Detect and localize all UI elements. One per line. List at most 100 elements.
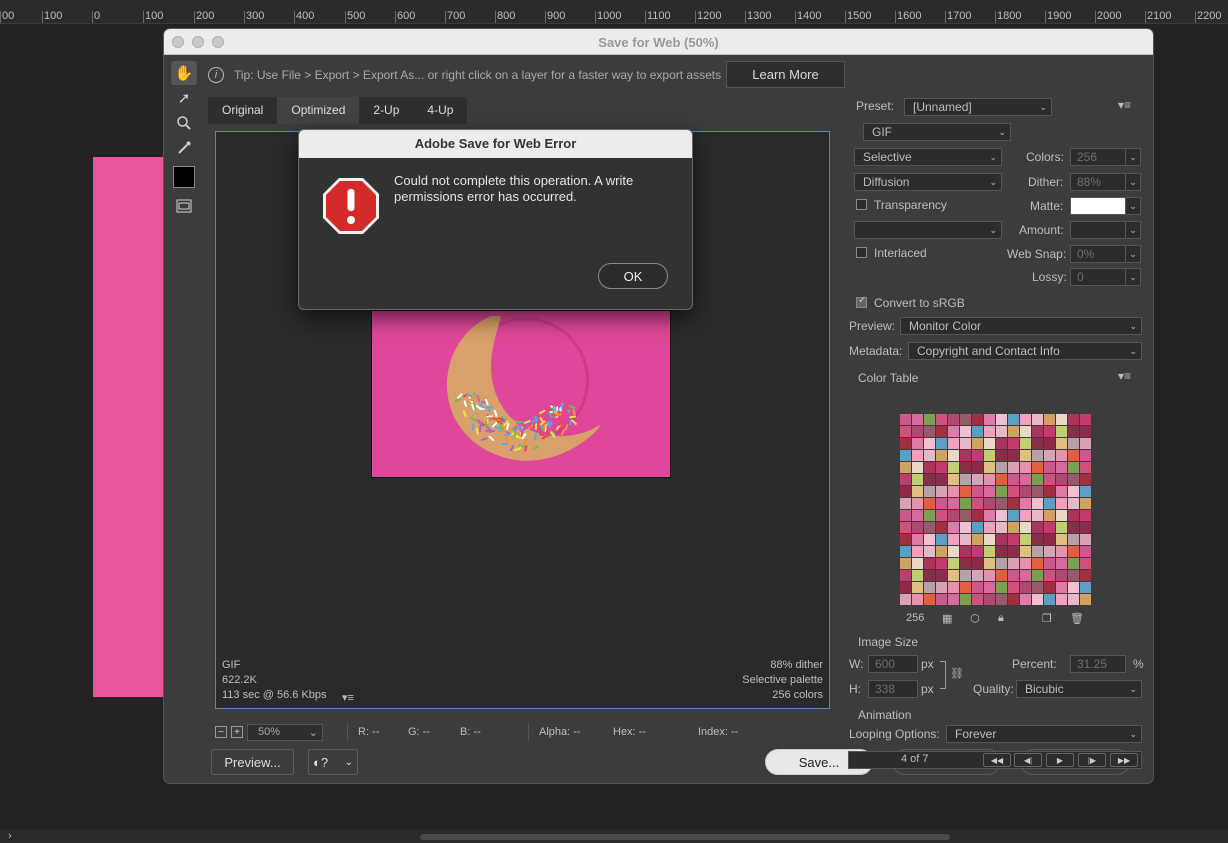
color-swatch[interactable] [912, 510, 923, 521]
color-swatch[interactable] [1044, 426, 1055, 437]
zoom-in-button[interactable]: + [231, 726, 243, 738]
matte-color-swatch[interactable]: ⌄ [1070, 197, 1141, 215]
color-swatch[interactable] [948, 450, 959, 461]
color-table-menu-icon[interactable]: ▾≡ [1118, 369, 1131, 383]
zoom-out-button[interactable]: − [215, 726, 227, 738]
color-swatch[interactable] [1032, 558, 1043, 569]
interlaced-checkbox[interactable] [856, 247, 867, 258]
color-swatch[interactable] [948, 582, 959, 593]
color-swatch[interactable] [984, 546, 995, 557]
color-swatch[interactable] [1032, 426, 1043, 437]
color-swatch[interactable] [1008, 546, 1019, 557]
convert-srgb-checkbox[interactable] [856, 295, 867, 308]
color-swatch[interactable] [1080, 414, 1091, 425]
color-swatch[interactable] [924, 546, 935, 557]
color-swatch[interactable] [996, 558, 1007, 569]
horizontal-scrollbar[interactable] [420, 834, 950, 840]
color-swatch[interactable] [1020, 510, 1031, 521]
color-swatch[interactable] [972, 570, 983, 581]
color-swatch[interactable] [1080, 594, 1091, 605]
color-swatch[interactable] [1068, 594, 1079, 605]
color-swatch[interactable] [996, 546, 1007, 557]
color-swatch[interactable] [912, 582, 923, 593]
quality-select[interactable]: Bicubic ⌄ [1016, 680, 1142, 698]
color-swatch[interactable] [1056, 498, 1067, 509]
color-swatch[interactable] [912, 546, 923, 557]
color-swatch[interactable] [1032, 486, 1043, 497]
tab-4-up[interactable]: 4-Up [413, 97, 468, 124]
color-swatch[interactable] [984, 498, 995, 509]
zoom-level-select[interactable]: 50% ⌄ [247, 723, 323, 741]
color-swatch[interactable] [1068, 522, 1079, 533]
color-swatch[interactable] [984, 594, 995, 605]
eyedropper-color-swatch[interactable] [173, 166, 195, 188]
color-swatch[interactable] [912, 498, 923, 509]
color-swatch[interactable] [948, 558, 959, 569]
color-swatch[interactable] [960, 534, 971, 545]
color-swatch[interactable] [912, 558, 923, 569]
web-shift-icon[interactable]: ⬡ [970, 612, 980, 625]
color-swatch[interactable] [912, 450, 923, 461]
color-swatch[interactable] [924, 438, 935, 449]
color-swatch[interactable] [996, 450, 1007, 461]
new-color-icon[interactable]: ❐ [1042, 612, 1052, 625]
color-swatch[interactable] [960, 510, 971, 521]
color-swatch[interactable] [924, 462, 935, 473]
color-swatch[interactable] [1020, 534, 1031, 545]
color-swatch[interactable] [1008, 594, 1019, 605]
color-swatch[interactable] [996, 414, 1007, 425]
color-swatch[interactable] [948, 474, 959, 485]
color-swatch[interactable] [1056, 462, 1067, 473]
color-swatch[interactable] [1080, 474, 1091, 485]
link-icon[interactable]: ⛓ [950, 667, 964, 680]
color-swatch[interactable] [1032, 414, 1043, 425]
color-swatch[interactable] [960, 558, 971, 569]
color-swatch[interactable] [1080, 582, 1091, 593]
dither-input[interactable]: 88% ⌄ [1070, 173, 1141, 191]
color-swatch[interactable] [1068, 558, 1079, 569]
color-swatch[interactable] [1044, 534, 1055, 545]
color-swatch[interactable] [924, 534, 935, 545]
color-swatch[interactable] [1008, 450, 1019, 461]
color-swatch[interactable] [936, 414, 947, 425]
color-swatch[interactable] [900, 534, 911, 545]
color-swatch[interactable] [924, 558, 935, 569]
color-swatch[interactable] [900, 570, 911, 581]
colors-input[interactable]: 256 ⌄ [1070, 148, 1141, 166]
color-swatch[interactable] [1032, 582, 1043, 593]
color-swatch[interactable] [900, 522, 911, 533]
color-swatch[interactable] [996, 498, 1007, 509]
color-swatch[interactable] [912, 594, 923, 605]
color-swatch[interactable] [972, 522, 983, 533]
color-swatch[interactable] [1056, 486, 1067, 497]
color-swatch[interactable] [1032, 438, 1043, 449]
color-swatch[interactable] [1008, 570, 1019, 581]
color-swatch[interactable] [900, 486, 911, 497]
color-swatch[interactable] [1032, 498, 1043, 509]
color-swatch[interactable] [1068, 426, 1079, 437]
color-swatch[interactable] [972, 594, 983, 605]
chevron-down-icon[interactable]: ⌄ [1125, 173, 1141, 191]
color-swatch[interactable] [1032, 594, 1043, 605]
color-swatch[interactable] [936, 450, 947, 461]
color-swatch[interactable] [984, 510, 995, 521]
color-swatch[interactable] [900, 414, 911, 425]
color-swatch[interactable] [1008, 534, 1019, 545]
color-swatch[interactable] [900, 498, 911, 509]
color-swatch[interactable] [1044, 510, 1055, 521]
color-swatch[interactable] [948, 546, 959, 557]
color-swatch[interactable] [1020, 570, 1031, 581]
color-swatch[interactable] [912, 426, 923, 437]
color-swatch[interactable] [1056, 534, 1067, 545]
color-swatch[interactable] [1008, 474, 1019, 485]
color-swatch[interactable] [924, 414, 935, 425]
color-swatch[interactable] [1056, 510, 1067, 521]
color-swatch[interactable] [972, 438, 983, 449]
color-swatch[interactable] [912, 570, 923, 581]
color-swatch[interactable] [1020, 546, 1031, 557]
color-swatch[interactable] [972, 414, 983, 425]
color-swatch[interactable] [1044, 474, 1055, 485]
color-swatch[interactable] [1008, 486, 1019, 497]
color-swatch[interactable] [1020, 498, 1031, 509]
color-swatch[interactable] [984, 450, 995, 461]
